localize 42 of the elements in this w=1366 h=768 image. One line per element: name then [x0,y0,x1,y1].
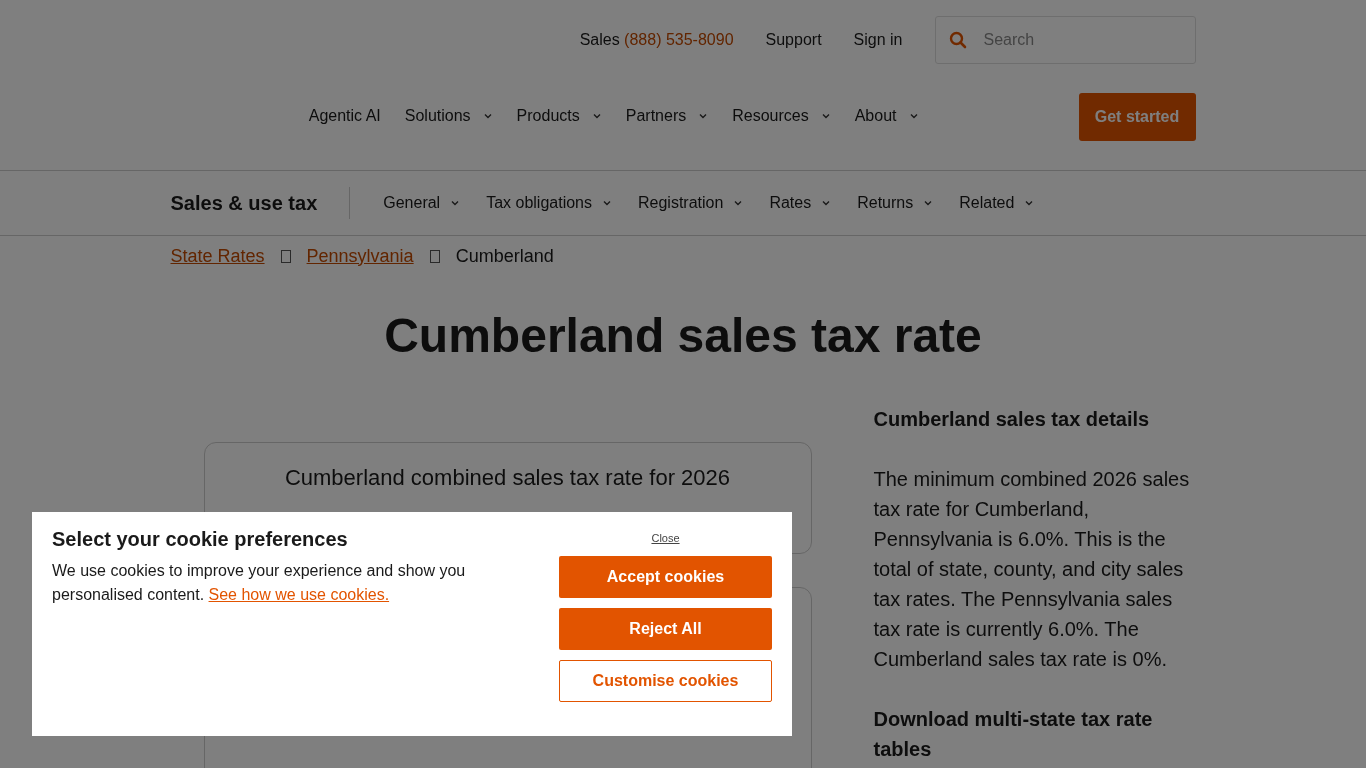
chevron-down-icon[interactable] [450,198,461,208]
subnav-menu-item[interactable]: Rates [769,194,812,212]
breadcrumb-current: Cumberland [455,245,554,267]
dialog-title: Select your cookie preferences [52,528,349,551]
customise-cookies-button[interactable]: Customise cookies [559,660,772,702]
get-started-button[interactable]: Get started [1078,92,1196,141]
details-text: The minimum combined 2026 sales tax rate for Cumberland, Pennsylvania is 6.0%. This is the total of state, county, and city sales tax rates. The Pennsylvania sales tax rate is currently 6.0%. The Cumberland sales tax rate is 0%. [873,467,1191,672]
nav-menu-item[interactable]: Partners [625,106,687,125]
close-link[interactable]: Close [651,532,680,544]
sales-phone-link[interactable]: Sales (888) 535-8090 [579,31,734,49]
chevron-down-icon[interactable] [923,198,934,208]
cookie-text: We use cookies to improve your experience and show you personalised content. See how we use cookies. [52,561,467,605]
nav-menu-item[interactable]: Resources [732,106,809,125]
separator-icon [280,249,291,263]
sign-in-link[interactable]: Sign in [853,31,903,49]
chevron-down-icon[interactable] [1024,198,1035,208]
search-field[interactable]: Search [934,16,1196,64]
breadcrumb-link[interactable]: Pennsylvania [306,245,414,267]
accept-cookies-button[interactable]: Accept cookies [559,556,772,598]
separator-icon [429,249,440,263]
nav-menu-item[interactable]: Products [516,106,580,125]
search-icon [948,31,967,49]
page-heading: Cumberland sales tax rate [383,308,983,364]
section-title: Sales & use tax [170,191,318,215]
chevron-down-icon[interactable] [821,198,832,208]
cookie-policy-link[interactable]: See how we use cookies. [208,586,390,603]
download-heading: Download multi-state tax rate tables [873,707,1154,762]
subnav-menu-item[interactable]: Returns [857,194,914,212]
details-heading: Cumberland sales tax details [873,407,1151,432]
subnav-menu-item[interactable]: General [383,194,441,212]
breadcrumb-link[interactable]: State Rates [170,245,265,267]
reject-all-button[interactable]: Reject All [559,608,772,650]
chevron-down-icon[interactable] [733,198,744,208]
chevron-down-icon[interactable] [602,198,612,208]
nav-menu-item[interactable]: Agentic AI [308,106,381,125]
nav-menu-item[interactable]: About [854,106,897,125]
nav-menu-item[interactable]: Solutions [404,106,471,125]
support-link[interactable]: Support [765,31,822,49]
rate-card-title: Cumberland combined sales tax rate for 2026 [283,465,732,491]
subnav-menu-item[interactable]: Tax obligations [486,194,592,212]
subnav-menu-item[interactable]: Registration [638,194,724,212]
subnav-menu-item[interactable]: Related [959,194,1015,212]
